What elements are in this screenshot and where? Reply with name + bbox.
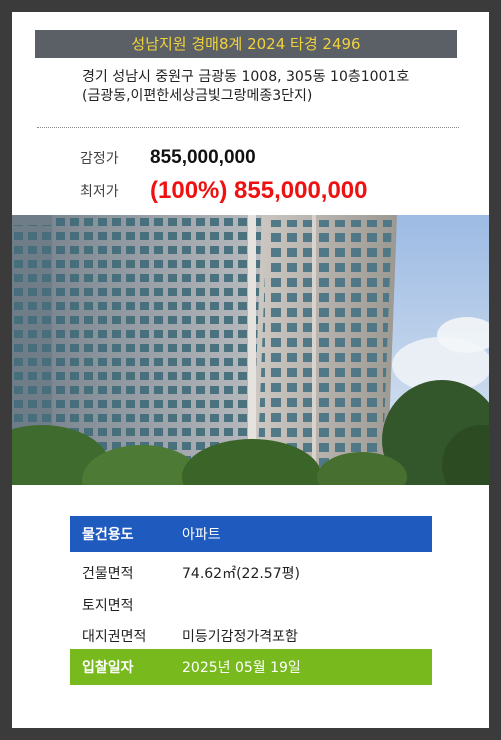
building-area-label: 건물면적 — [82, 566, 134, 582]
appraisal-label: 감정가 — [80, 151, 119, 167]
usage-label: 물건용도 — [82, 527, 134, 543]
land-rights-label: 대지권면적 — [82, 629, 147, 645]
usage-row: 물건용도 아파트 — [70, 516, 432, 552]
land-area-label: 토지면적 — [82, 598, 134, 614]
auction-card: 성남지원 경매8계 2024 타경 2496 경기 성남시 중원구 금광동 10… — [12, 12, 489, 728]
apartment-building-photo — [12, 215, 489, 485]
bid-date-row: 입찰일자 2025년 05월 19일 — [70, 649, 432, 685]
building-area-row: 건물면적 74.62㎡(22.57평) — [70, 555, 432, 591]
minimum-label: 최저가 — [80, 184, 119, 200]
appraisal-price-row: 감정가 855,000,000 — [80, 143, 256, 173]
building-area-value: 74.62㎡(22.57평) — [182, 566, 300, 582]
court-case-title: 성남지원 경매8계 2024 타경 2496 — [35, 30, 457, 58]
minimum-price-row: 최저가 (100%) 855,000,000 — [80, 176, 368, 206]
bid-date-label: 입찰일자 — [82, 660, 134, 676]
divider — [37, 127, 459, 128]
property-address: 경기 성남시 중원구 금광동 1008, 305동 10층1001호 (금광동,… — [82, 69, 410, 104]
land-rights-value: 미등기감정가격포함 — [182, 629, 298, 645]
usage-value: 아파트 — [182, 527, 221, 543]
appraisal-value: 855,000,000 — [150, 147, 256, 168]
minimum-value: (100%) 855,000,000 — [150, 177, 368, 204]
bid-date-value: 2025년 05월 19일 — [182, 660, 301, 676]
